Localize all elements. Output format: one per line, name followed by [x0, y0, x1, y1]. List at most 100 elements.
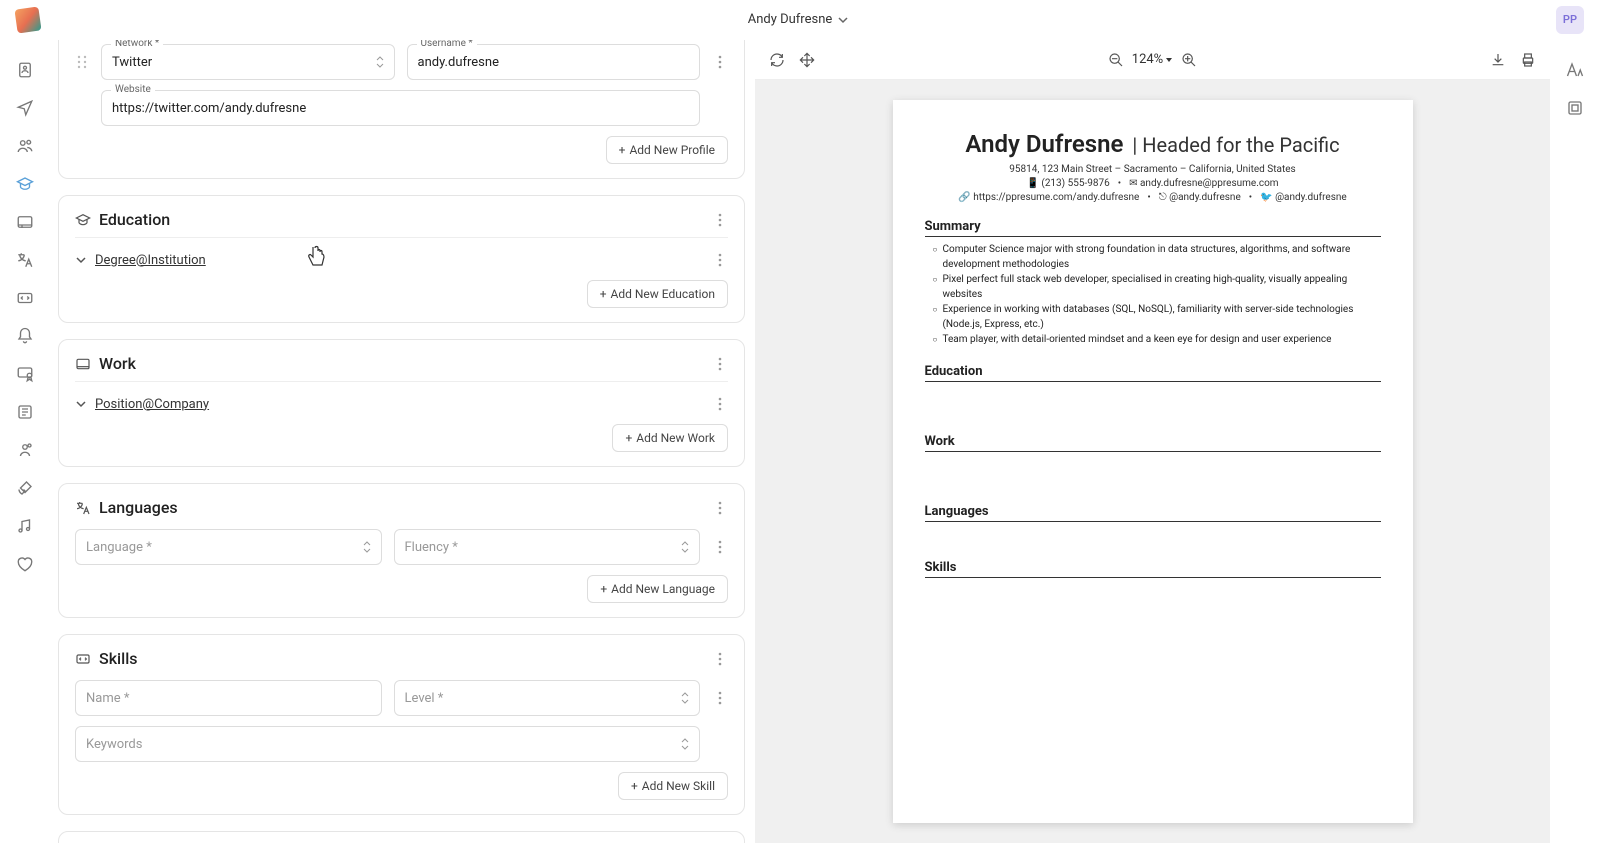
username-input[interactable]	[407, 44, 701, 80]
sidebar-item-skills[interactable]	[15, 288, 35, 308]
work-item-more[interactable]	[712, 396, 728, 412]
sidebar-item-references[interactable]	[15, 440, 35, 460]
languages-title: Languages	[99, 498, 178, 517]
preview-area[interactable]: Andy Dufresne | Headed for the Pacific 9…	[755, 80, 1550, 843]
work-card: Work Position@Company	[58, 339, 745, 467]
education-card: Education Degree@Institution	[58, 195, 745, 323]
sidebar-item-music[interactable]	[15, 516, 35, 536]
profile-row-more[interactable]	[712, 54, 728, 70]
languages-more[interactable]	[712, 500, 728, 516]
sidebar-item-certificates[interactable]	[15, 364, 35, 384]
sidebar-item-notifications[interactable]	[15, 326, 35, 346]
resume-github: @andy.dufresne	[1169, 192, 1241, 203]
level-placeholder: Level *	[405, 691, 444, 706]
summary-item: Computer Science major with strong found…	[933, 243, 1381, 272]
resume-website: https://ppresume.com/andy.dufresne	[973, 192, 1139, 203]
sidebar-item-location[interactable]	[15, 98, 35, 118]
drag-handle[interactable]	[75, 55, 89, 69]
language-select[interactable]: Language *	[75, 529, 382, 565]
website-input[interactable]	[101, 90, 700, 126]
zoom-in-icon[interactable]	[1181, 52, 1197, 68]
keywords-placeholder: Keywords	[86, 737, 142, 752]
sidebar-item-education[interactable]	[15, 174, 35, 194]
logo[interactable]	[14, 6, 41, 33]
sidebar-item-interests[interactable]	[15, 478, 35, 498]
work-item-toggle[interactable]: Position@Company	[75, 392, 728, 416]
zoom-out-icon[interactable]	[1108, 52, 1124, 68]
select-arrows-icon	[376, 56, 384, 68]
resume-skills-title: Skills	[925, 560, 1381, 578]
add-profile-button[interactable]: + Add New Profile	[606, 136, 728, 164]
refresh-icon[interactable]	[769, 52, 785, 68]
preview-toolbar: 124%	[755, 40, 1550, 80]
resume-languages-title: Languages	[925, 504, 1381, 522]
skill-level-select[interactable]: Level *	[394, 680, 701, 716]
topbar: Andy Dufresne PP	[0, 0, 1600, 40]
fluency-placeholder: Fluency *	[405, 540, 458, 555]
add-language-button[interactable]: + Add New Language	[587, 575, 728, 603]
awards-card: Awards	[58, 831, 745, 843]
layout-icon[interactable]	[1565, 98, 1585, 118]
skills-card: Skills Level *	[58, 634, 745, 815]
work-more[interactable]	[712, 356, 728, 372]
sidebar-item-work[interactable]	[15, 212, 35, 232]
summary-item: Experience in working with databases (SQ…	[933, 303, 1381, 332]
resume-headline: Headed for the Pacific	[1142, 133, 1339, 157]
language-row-more[interactable]	[712, 539, 728, 555]
select-arrows-icon	[681, 738, 689, 750]
fluency-select[interactable]: Fluency *	[394, 529, 701, 565]
sidebar-item-profile[interactable]	[15, 60, 35, 80]
sidebar-item-volunteer[interactable]	[15, 554, 35, 574]
resume-summary-list: Computer Science major with strong found…	[925, 243, 1381, 348]
education-item-more[interactable]	[712, 252, 728, 268]
chevron-down-icon	[838, 15, 848, 25]
plus-icon: +	[625, 431, 632, 445]
select-arrows-icon	[681, 692, 689, 704]
user-name: Andy Dufresne	[748, 12, 833, 27]
user-dropdown[interactable]: Andy Dufresne	[748, 12, 849, 27]
drag-icon[interactable]	[799, 52, 815, 68]
resume-name: Andy Dufresne	[965, 130, 1123, 158]
summary-item: Team player, with detail-oriented mindse…	[933, 333, 1381, 348]
skill-name-input[interactable]	[75, 680, 382, 716]
skills-icon	[75, 651, 91, 667]
preview-panel: 124% Andy Dufresne | Headed for the P	[755, 40, 1550, 843]
form-panel: Network Twitter Username	[50, 40, 755, 843]
website-label: Website	[111, 84, 155, 95]
education-icon	[75, 212, 91, 228]
education-more[interactable]	[712, 212, 728, 228]
resume-page: Andy Dufresne | Headed for the Pacific 9…	[893, 100, 1413, 823]
add-education-button[interactable]: + Add New Education	[587, 280, 728, 308]
sidebar-item-people[interactable]	[15, 136, 35, 156]
sidebar-item-publications[interactable]	[15, 402, 35, 422]
download-icon[interactable]	[1490, 52, 1506, 68]
print-icon[interactable]	[1520, 52, 1536, 68]
select-arrows-icon	[681, 541, 689, 553]
add-work-label: Add New Work	[636, 431, 715, 445]
education-item-toggle[interactable]: Degree@Institution	[75, 248, 728, 272]
education-title: Education	[99, 210, 170, 229]
zoom-level[interactable]: 124%	[1132, 52, 1173, 67]
add-skill-button[interactable]: + Add New Skill	[618, 772, 728, 800]
skill-keywords-select[interactable]: Keywords	[75, 726, 700, 762]
add-profile-label: Add New Profile	[629, 143, 715, 157]
sidebar-item-languages[interactable]	[15, 250, 35, 270]
education-item-title: Degree@Institution	[95, 253, 206, 268]
plus-icon: +	[619, 143, 626, 157]
resume-twitter: @andy.dufresne	[1275, 192, 1347, 203]
skill-row-more[interactable]	[712, 690, 728, 706]
add-work-button[interactable]: + Add New Work	[612, 424, 728, 452]
font-icon[interactable]	[1565, 60, 1585, 80]
plus-icon: +	[600, 287, 607, 301]
resume-phone: (213) 555-9876	[1041, 178, 1109, 189]
work-icon	[75, 356, 91, 372]
username-label: Username	[417, 40, 477, 49]
work-title: Work	[99, 354, 136, 373]
network-select[interactable]: Twitter	[101, 44, 395, 80]
resume-work-title: Work	[925, 434, 1381, 452]
resume-address: 95814, 123 Main Street – Sacramento – Ca…	[925, 164, 1381, 175]
skills-more[interactable]	[712, 651, 728, 667]
select-arrows-icon	[363, 541, 371, 553]
sidebar	[0, 40, 50, 843]
avatar[interactable]: PP	[1556, 6, 1584, 34]
